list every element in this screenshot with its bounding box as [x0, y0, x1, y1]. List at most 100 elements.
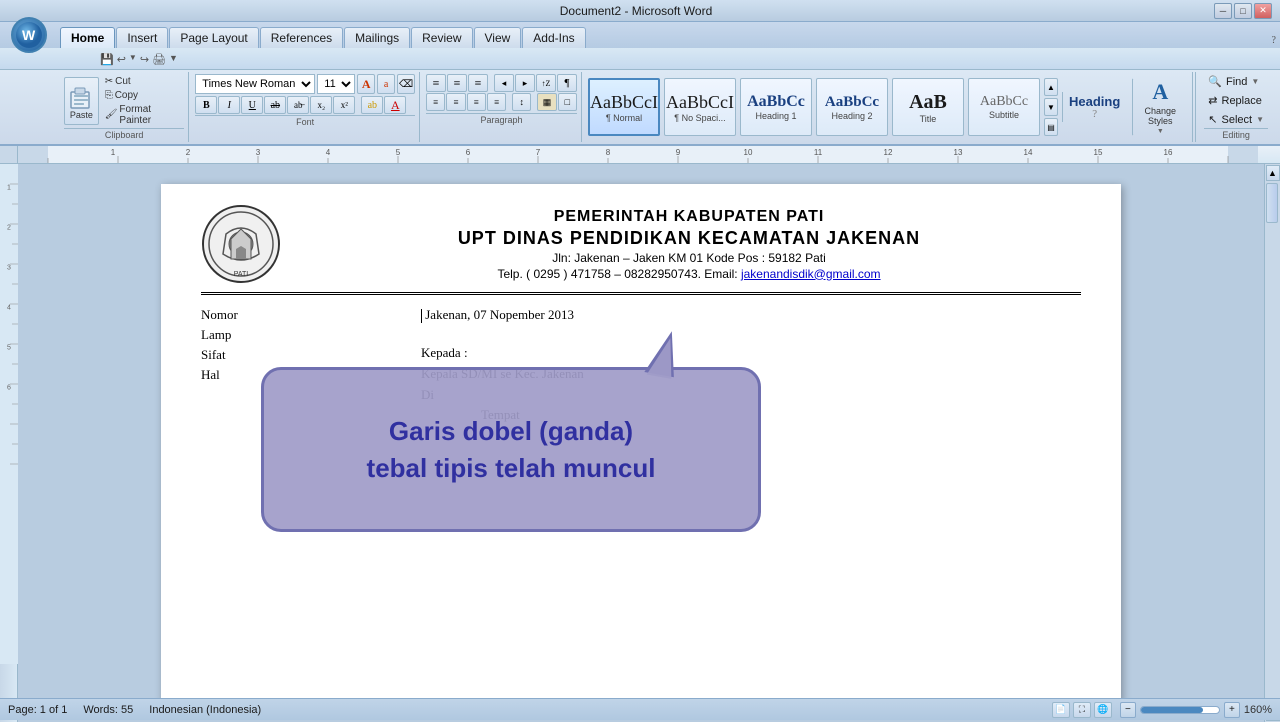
- heading1-style-button[interactable]: AaBbCc Heading 1: [740, 78, 812, 136]
- subscript-button[interactable]: x₂: [310, 96, 332, 114]
- document-page: PATI PEMERINTAH KABUPATEN PATI UPT DINAS…: [161, 184, 1121, 702]
- sort-button[interactable]: ↑Z: [536, 74, 556, 92]
- close-button[interactable]: ✕: [1254, 3, 1272, 19]
- copy-button[interactable]: ⎘ Copy: [103, 89, 185, 102]
- help-icon[interactable]: ?: [1272, 35, 1276, 48]
- styles-expand[interactable]: ▤: [1044, 118, 1058, 136]
- font-selector-row: Times New Roman 11 A a ⌫: [195, 74, 415, 94]
- borders-button[interactable]: □: [558, 93, 577, 111]
- font-grow-button[interactable]: A: [357, 74, 375, 94]
- align-right-button[interactable]: ≡: [467, 93, 486, 111]
- numbering-button[interactable]: ≡: [447, 74, 467, 92]
- more-icon[interactable]: ▼: [169, 53, 178, 66]
- clear-formatting-button[interactable]: ⌫: [397, 74, 415, 94]
- font-shrink-button[interactable]: a: [377, 74, 395, 94]
- title-label: Title: [920, 114, 937, 124]
- svg-text:5: 5: [7, 345, 11, 352]
- font-name-select[interactable]: Times New Roman: [195, 74, 315, 94]
- tab-page-layout[interactable]: Page Layout: [169, 27, 258, 48]
- status-bar: Page: 1 of 1 Words: 55 Indonesian (Indon…: [0, 698, 1280, 720]
- bullets-button[interactable]: ≡: [426, 74, 446, 92]
- normal-style-button[interactable]: AaBbCcI ¶ Normal: [588, 78, 660, 136]
- justify-button[interactable]: ≡: [487, 93, 506, 111]
- svg-text:PATI: PATI: [234, 271, 249, 278]
- language-indicator: Indonesian (Indonesia): [149, 704, 261, 716]
- decrease-indent-button[interactable]: ◂: [494, 74, 514, 92]
- office-button[interactable]: W: [4, 22, 54, 48]
- zoom-slider[interactable]: [1140, 706, 1220, 714]
- pilcrow-button[interactable]: ¶: [557, 74, 577, 92]
- styles-scroll-up[interactable]: ▲: [1044, 78, 1058, 96]
- right-scrollbar[interactable]: ▲ ▼: [1264, 164, 1280, 722]
- font-color-button[interactable]: A: [384, 96, 406, 114]
- window-controls: ─ □ ✕: [1214, 3, 1272, 19]
- strikethrough-button[interactable]: ab: [264, 96, 286, 114]
- font-size-select[interactable]: 11: [317, 74, 355, 94]
- cut-button[interactable]: ✂ Cut: [103, 75, 185, 88]
- letter-date: Jakenan, 07 Nopember 2013: [421, 307, 1081, 323]
- heading1-preview: AaBbCc: [747, 93, 805, 111]
- sifat-field: Sifat: [201, 347, 401, 363]
- strikethrough2-button[interactable]: ab̶: [287, 96, 309, 114]
- heading2-style-button[interactable]: AaBbCc Heading 2: [816, 78, 888, 136]
- no-spacing-style-button[interactable]: AaBbCcI ¶ No Spaci...: [664, 78, 736, 136]
- title-style-button[interactable]: AaB Title: [892, 78, 964, 136]
- multilevel-button[interactable]: ≡: [468, 74, 488, 92]
- align-left-button[interactable]: ≡: [426, 93, 445, 111]
- scroll-thumb[interactable]: [1266, 183, 1278, 223]
- zoom-out-button[interactable]: −: [1120, 702, 1136, 718]
- format-painter-button[interactable]: 🖌 Format Painter: [103, 103, 185, 127]
- tab-mailings[interactable]: Mailings: [344, 27, 410, 48]
- find-button[interactable]: 🔍 Find ▼: [1204, 74, 1268, 89]
- replace-button[interactable]: ⇄ Replace: [1204, 93, 1268, 108]
- svg-text:16: 16: [1164, 148, 1173, 157]
- letterhead-title1: PEMERINTAH KABUPATEN PATI: [297, 208, 1081, 226]
- select-dropdown-icon: ▼: [1256, 115, 1264, 124]
- web-layout-button[interactable]: 🌐: [1094, 702, 1112, 718]
- copy-icon: ⎘: [105, 90, 113, 101]
- highlight-button[interactable]: ab: [361, 96, 383, 114]
- email-link[interactable]: jakenandisdik@gmail.com: [741, 267, 881, 281]
- svg-text:4: 4: [326, 148, 331, 157]
- save-icon[interactable]: 💾: [100, 53, 114, 66]
- minimize-button[interactable]: ─: [1214, 3, 1232, 19]
- tab-addins[interactable]: Add-Ins: [522, 27, 585, 48]
- print-layout-button[interactable]: 📄: [1052, 702, 1070, 718]
- redo-icon[interactable]: ↪: [140, 53, 149, 66]
- change-styles-dropdown-icon: ▼: [1157, 127, 1164, 135]
- document-scroll-area[interactable]: PATI PEMERINTAH KABUPATEN PATI UPT DINAS…: [18, 164, 1264, 722]
- align-center-button[interactable]: ≡: [446, 93, 465, 111]
- heading-label: Heading: [1069, 94, 1120, 110]
- full-screen-button[interactable]: ⛶: [1073, 702, 1091, 718]
- replace-icon: ⇄: [1208, 94, 1217, 107]
- change-styles-button[interactable]: A ChangeStyles ▼: [1132, 78, 1188, 136]
- tab-view[interactable]: View: [474, 27, 522, 48]
- svg-text:2: 2: [186, 148, 191, 157]
- tab-references[interactable]: References: [260, 27, 343, 48]
- tab-home[interactable]: Home: [60, 27, 115, 48]
- superscript-button[interactable]: x²: [333, 96, 355, 114]
- undo-dropdown-icon[interactable]: ▼: [129, 53, 137, 66]
- styles-scroll-down[interactable]: ▼: [1044, 98, 1058, 116]
- bold-button[interactable]: B: [195, 96, 217, 114]
- zoom-fill: [1141, 707, 1203, 713]
- tab-insert[interactable]: Insert: [116, 27, 168, 48]
- underline-button[interactable]: U: [241, 96, 263, 114]
- ribbon: 💾 ↩ ▼ ↪ 🖨 ▼ Paste: [0, 48, 1280, 146]
- paste-button[interactable]: Paste: [64, 77, 99, 125]
- select-button[interactable]: ↖ Select ▼: [1204, 112, 1268, 127]
- heading-question-panel[interactable]: Heading ?: [1062, 92, 1126, 123]
- find-dropdown-icon: ▼: [1251, 77, 1259, 86]
- subtitle-style-button[interactable]: AaBbCc Subtitle: [968, 78, 1040, 136]
- shading-button[interactable]: ▦: [537, 93, 556, 111]
- scroll-up-button[interactable]: ▲: [1266, 165, 1280, 181]
- zoom-in-button[interactable]: +: [1224, 702, 1240, 718]
- maximize-button[interactable]: □: [1234, 3, 1252, 19]
- line-spacing-button[interactable]: ↕: [512, 93, 531, 111]
- italic-button[interactable]: I: [218, 96, 240, 114]
- undo-icon[interactable]: ↩: [117, 53, 126, 66]
- print-icon[interactable]: 🖨: [152, 53, 166, 66]
- word-count: Words: 55: [83, 704, 133, 716]
- increase-indent-button[interactable]: ▸: [515, 74, 535, 92]
- tab-review[interactable]: Review: [411, 27, 472, 48]
